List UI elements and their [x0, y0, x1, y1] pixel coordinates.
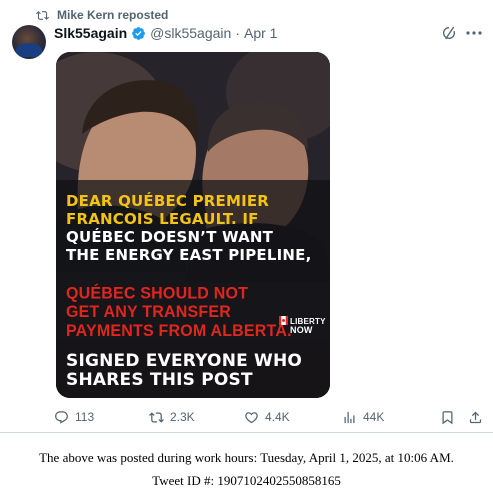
- image-text-line: QUÉBEC SHOULD NOT: [66, 284, 249, 303]
- image-text-line: FRANCOIS LEGAULT. IF: [66, 210, 259, 228]
- image-text-line: SHARES THIS POST: [66, 370, 253, 390]
- post-date[interactable]: Apr 1: [244, 25, 277, 41]
- maple-leaf-icon: [279, 316, 288, 325]
- grok-icon[interactable]: [441, 25, 457, 41]
- reply-count: 113: [75, 410, 95, 424]
- like-count: 4.4K: [265, 410, 290, 424]
- image-text-line: SIGNED EVERYONE WHO: [66, 351, 303, 371]
- avatar[interactable]: [12, 25, 46, 59]
- retweet-icon: [149, 411, 164, 423]
- image-text-line: DEAR QUÉBEC PREMIER: [66, 192, 270, 210]
- image-text-line: THE ENERGY EAST PIPELINE,: [66, 246, 312, 264]
- tweet[interactable]: Mike Kern reposted Slk55again @slk55agai…: [0, 0, 493, 432]
- retweet-count: 2.3K: [170, 410, 195, 424]
- repost-indicator: Mike Kern reposted: [36, 8, 168, 22]
- author-handle[interactable]: @slk55again: [150, 25, 231, 41]
- logo-line2: NOW: [290, 325, 313, 335]
- author-name[interactable]: Slk55again: [54, 25, 127, 41]
- retweet-button[interactable]: 2.3K: [149, 408, 195, 426]
- caption: The above was posted during work hours: …: [0, 446, 493, 492]
- image-text-line: QUÉBEC DOESN’T WANT: [66, 228, 274, 246]
- headline-red: QUÉBEC SHOULD NOT GET ANY TRANSFER PAYME…: [66, 285, 292, 342]
- caption-line-2: Tweet ID #: 1907102402550858165: [152, 473, 341, 488]
- bookmark-button[interactable]: [440, 408, 455, 426]
- verified-badge-icon: [132, 26, 146, 40]
- heart-icon: [245, 411, 258, 423]
- share-icon: [469, 411, 482, 423]
- separator: ·: [235, 25, 240, 41]
- caption-line-1: The above was posted during work hours: …: [39, 450, 454, 465]
- views-icon: [344, 411, 355, 423]
- reply-button[interactable]: 113: [54, 408, 94, 426]
- image-text-line: PAYMENTS FROM ALBERTA.: [66, 322, 292, 341]
- divider: [0, 432, 493, 433]
- image-text-line: GET ANY TRANSFER: [66, 303, 231, 322]
- tweet-header: Slk55again @slk55again · Apr 1: [54, 24, 277, 42]
- tweet-image[interactable]: DEAR QUÉBEC PREMIER FRANCOIS LEGAULT. IF…: [56, 52, 330, 398]
- headline-white: QUÉBEC DOESN’T WANT THE ENERGY EAST PIPE…: [66, 228, 311, 264]
- action-bar: 113 2.3K 4.4K 44K: [54, 408, 484, 426]
- more-options-icon[interactable]: [466, 30, 482, 36]
- views-button[interactable]: 44K: [342, 408, 384, 426]
- headline-yellow: DEAR QUÉBEC PREMIER FRANCOIS LEGAULT. IF: [66, 192, 269, 228]
- repost-icon: [36, 10, 49, 20]
- like-button[interactable]: 4.4K: [244, 408, 290, 426]
- bookmark-icon: [442, 410, 453, 424]
- share-button[interactable]: [468, 408, 483, 426]
- views-count: 44K: [363, 410, 385, 424]
- signed-text: SIGNED EVERYONE WHO SHARES THIS POST: [66, 352, 302, 390]
- liberty-now-logo: LIBERTY NOW: [279, 314, 325, 338]
- reply-icon: [55, 410, 68, 424]
- repost-text[interactable]: Mike Kern reposted: [57, 8, 168, 22]
